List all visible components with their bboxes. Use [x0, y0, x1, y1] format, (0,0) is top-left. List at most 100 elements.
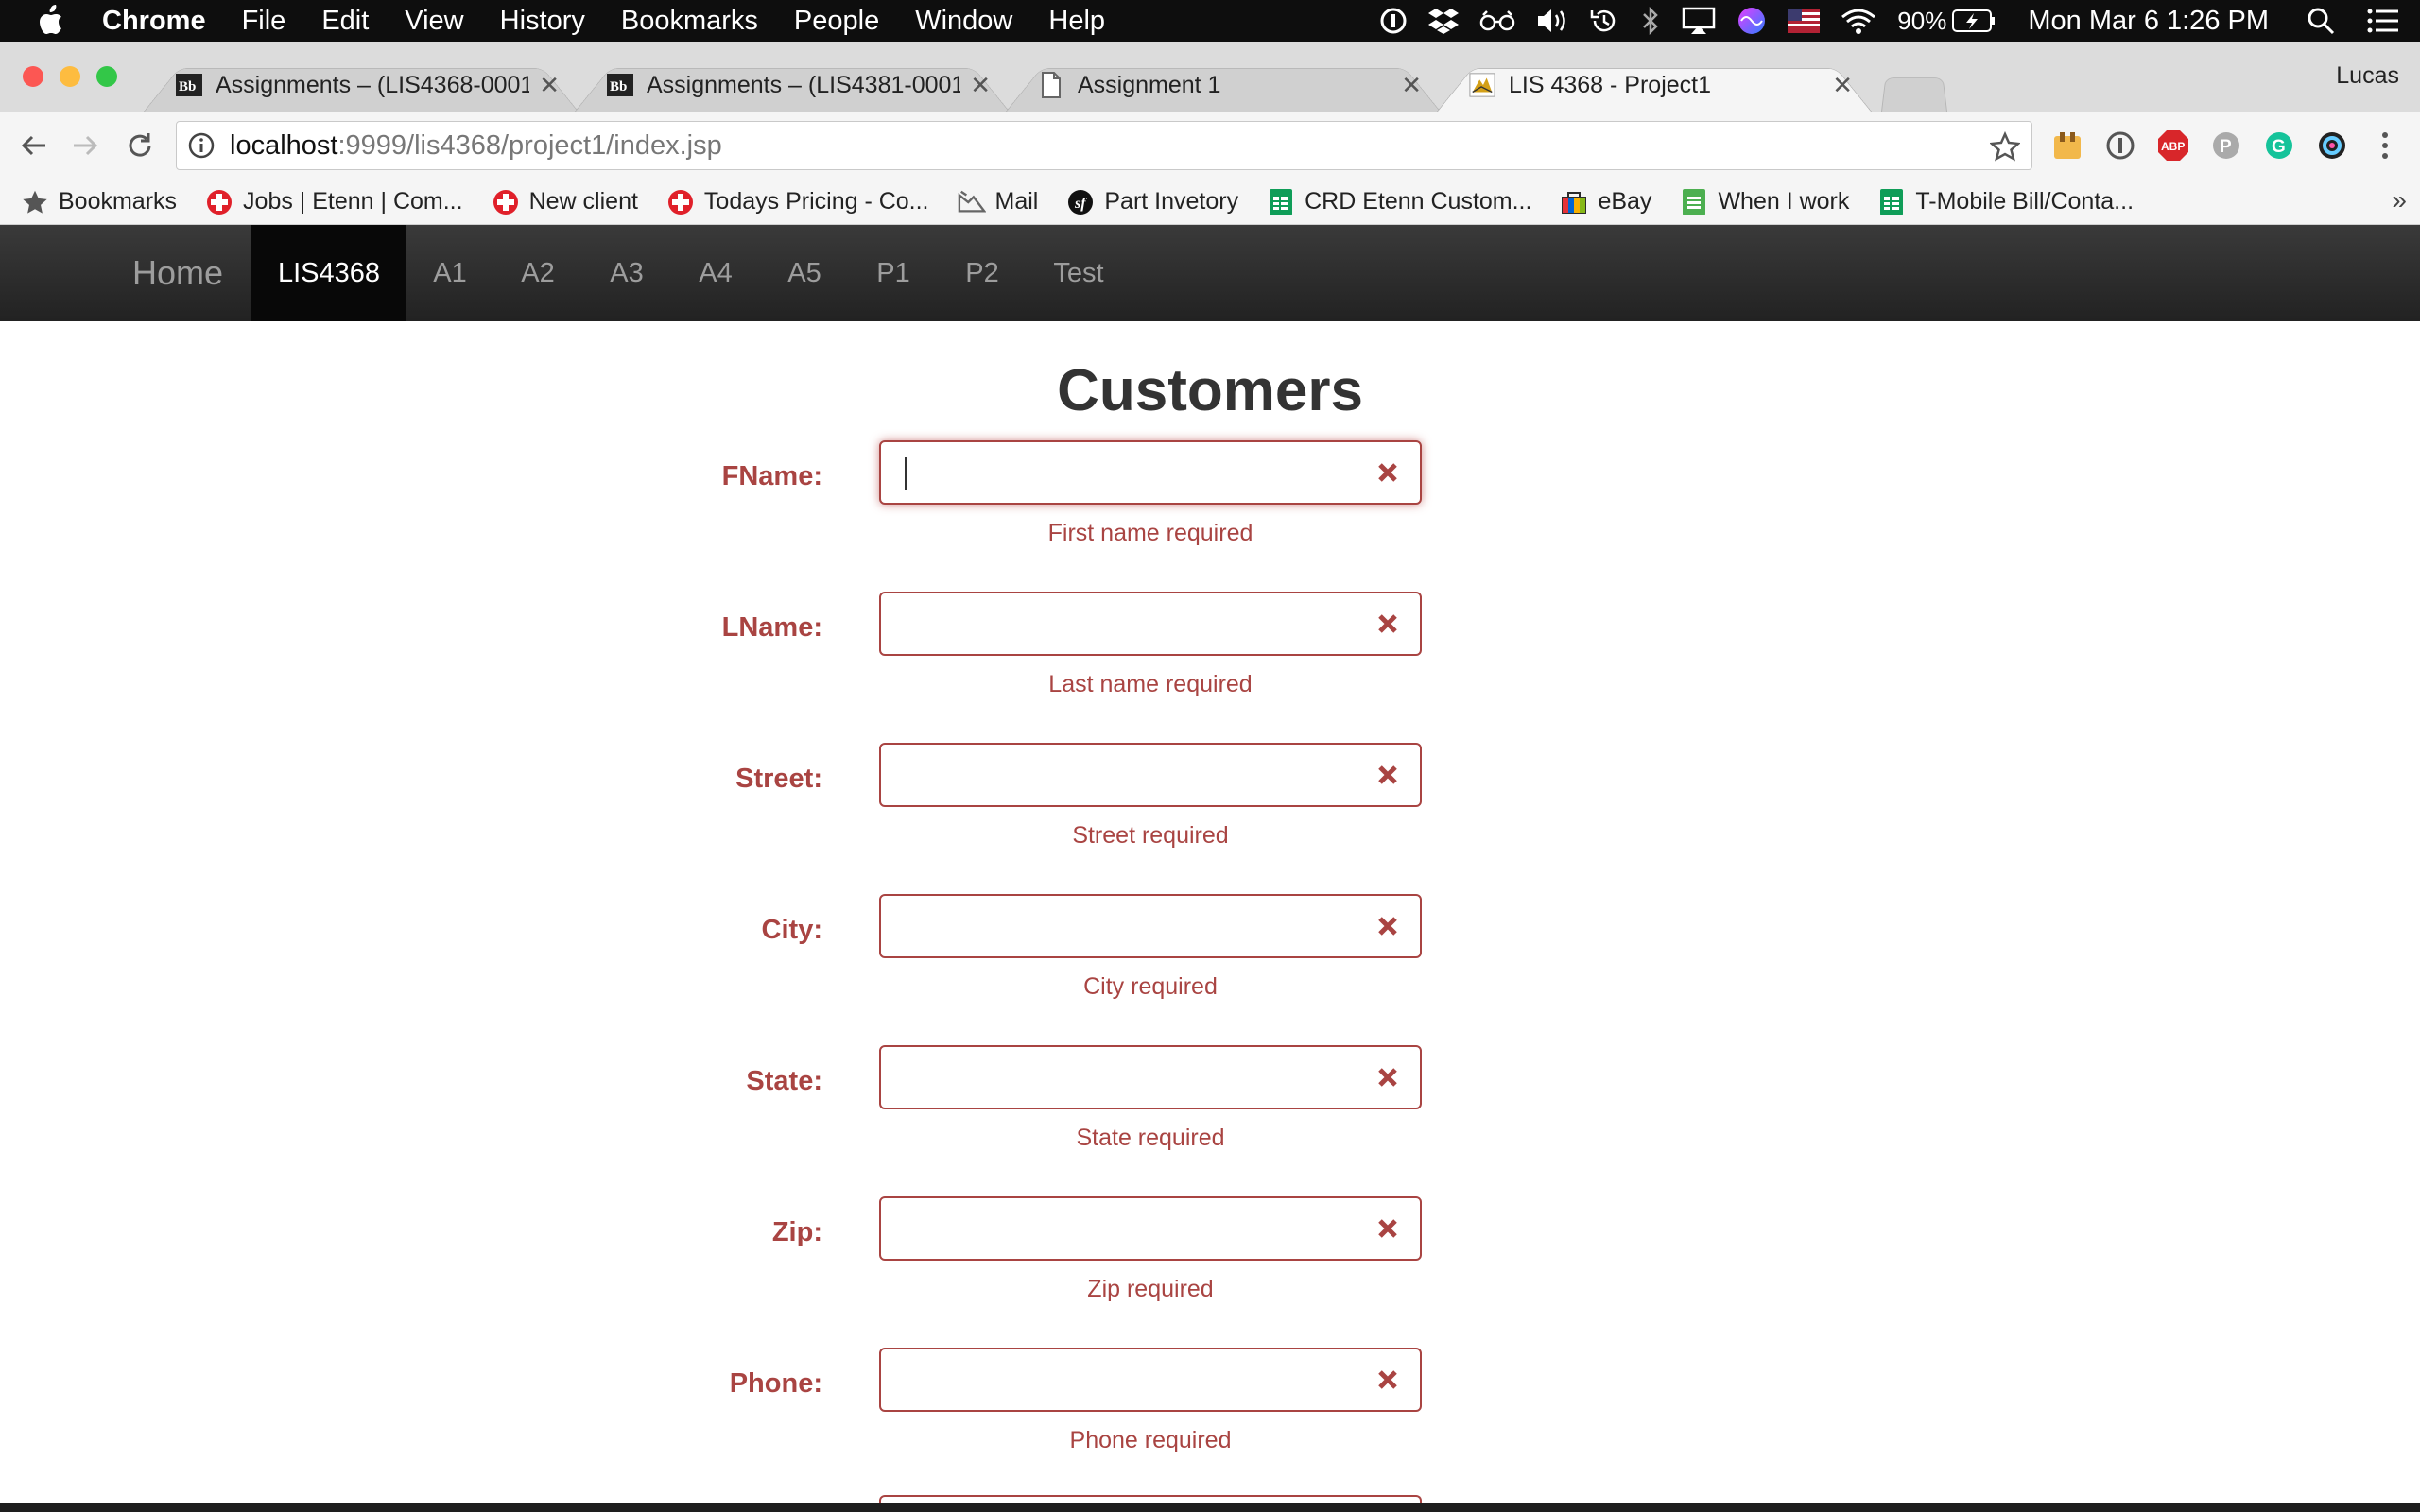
apple-icon[interactable]: [36, 5, 70, 37]
bookmark-label: Bookmarks: [59, 188, 178, 215]
site-info-icon[interactable]: [188, 132, 215, 159]
bookmark-jobs-etenn[interactable]: Jobs | Etenn | Com...: [205, 188, 463, 216]
battery-percentage: 90%: [1897, 6, 1947, 35]
bookmark-new-client[interactable]: New client: [492, 188, 638, 216]
next-input-field[interactable]: [879, 1495, 1422, 1503]
ebay-icon: [1560, 188, 1588, 216]
color-picker-extension-icon[interactable]: [2314, 128, 2350, 163]
blackboard-icon: Bb: [607, 72, 633, 98]
phone-error-message: Phone required: [1069, 1427, 1232, 1453]
menu-app-chrome[interactable]: Chrome: [102, 6, 206, 37]
nav-item-test[interactable]: Test: [1027, 225, 1131, 321]
bluetooth-icon[interactable]: [1640, 7, 1661, 35]
menu-help[interactable]: Help: [1048, 6, 1105, 37]
time-machine-icon[interactable]: [1589, 6, 1619, 36]
zoom-window-button[interactable]: [96, 66, 117, 87]
mail-icon: [958, 188, 986, 216]
fname-input[interactable]: [881, 442, 1354, 503]
tab-assignments-lis4368[interactable]: Bb Assignments – (LIS4368-0001 ✕: [144, 59, 579, 112]
bookmark-when-i-work[interactable]: When I work: [1680, 188, 1849, 216]
honey-extension-icon[interactable]: [2049, 128, 2085, 163]
page-title: Customers: [1057, 358, 1363, 423]
state-label: State:: [746, 1066, 822, 1096]
nav-item-p1[interactable]: P1: [849, 225, 938, 321]
zip-field-wrapper: [879, 1196, 1422, 1261]
reload-icon[interactable]: [123, 129, 157, 163]
tab-assignment-1[interactable]: Assignment 1 ✕: [1006, 59, 1441, 112]
password-manager-icon[interactable]: [1379, 7, 1408, 35]
menu-file[interactable]: File: [242, 6, 286, 37]
airplay-icon[interactable]: [1682, 7, 1716, 35]
tab-title: LIS 4368 - Project1: [1509, 71, 1712, 98]
bookmark-mail[interactable]: Mail: [958, 188, 1038, 216]
bookmark-star-icon[interactable]: [1988, 130, 2022, 169]
menu-edit[interactable]: Edit: [321, 6, 369, 37]
city-field-wrapper: [879, 894, 1422, 958]
phone-input[interactable]: [881, 1349, 1354, 1410]
menu-history[interactable]: History: [500, 6, 585, 37]
tab-assignments-lis4381[interactable]: Bb Assignments – (LIS4381-0001 ✕: [575, 59, 1010, 112]
siri-icon[interactable]: [1737, 6, 1767, 36]
bookmarks-bar: Bookmarks Jobs | Etenn | Com... New clie…: [0, 180, 2420, 225]
forward-arrow-icon[interactable]: [68, 129, 102, 163]
close-window-button[interactable]: [23, 66, 43, 87]
browser-toolbar: localhost:9999/lis4368/project1/index.js…: [0, 112, 2420, 180]
bookmark-crd-etenn[interactable]: CRD Etenn Custom...: [1267, 188, 1531, 216]
menu-bookmarks[interactable]: Bookmarks: [621, 6, 758, 37]
zip-input[interactable]: [881, 1198, 1354, 1259]
spotlight-search-icon[interactable]: [2307, 7, 2335, 35]
menu-people[interactable]: People: [794, 6, 879, 37]
tab-close-icon[interactable]: ✕: [1401, 71, 1422, 100]
chrome-menu-icon[interactable]: [2367, 128, 2403, 163]
nav-item-a3[interactable]: A3: [582, 225, 671, 321]
bookmark-label: Part Invetory: [1104, 188, 1239, 215]
state-input[interactable]: [881, 1047, 1354, 1108]
menu-window[interactable]: Window: [915, 6, 1012, 37]
nav-item-a4[interactable]: A4: [671, 225, 760, 321]
wifi-icon[interactable]: [1841, 8, 1876, 34]
1password-extension-icon[interactable]: [2102, 128, 2138, 163]
nav-item-lis4368[interactable]: LIS4368: [251, 225, 406, 321]
lname-input[interactable]: [881, 593, 1354, 654]
dropbox-icon[interactable]: [1428, 7, 1460, 35]
pushbullet-icon[interactable]: P: [2208, 128, 2244, 163]
glasses-icon[interactable]: [1479, 9, 1515, 32]
adblock-plus-icon[interactable]: ABP: [2155, 128, 2191, 163]
nav-item-p2[interactable]: P2: [938, 225, 1027, 321]
volume-icon[interactable]: [1536, 8, 1568, 34]
bookmarks-overflow-chevron-icon[interactable]: »: [2392, 185, 2407, 215]
bookmark-t-mobile-bill[interactable]: T-Mobile Bill/Conta...: [1877, 188, 2134, 216]
menu-bar-clock[interactable]: Mon Mar 6 1:26 PM: [2028, 6, 2269, 37]
nav-item-a1[interactable]: A1: [406, 225, 493, 321]
nav-item-a5[interactable]: A5: [760, 225, 849, 321]
address-bar[interactable]: localhost:9999/lis4368/project1/index.js…: [176, 121, 2032, 170]
us-flag-input-icon[interactable]: [1788, 9, 1821, 33]
tab-lis4368-project1[interactable]: LIS 4368 - Project1 ✕: [1437, 59, 1872, 112]
city-label: City:: [761, 915, 822, 945]
menu-view[interactable]: View: [405, 6, 463, 37]
navbar-brand-home[interactable]: Home: [132, 225, 223, 321]
new-tab-button[interactable]: [1881, 72, 1947, 112]
city-input[interactable]: [881, 896, 1354, 956]
bookmark-todays-pricing[interactable]: Todays Pricing - Co...: [666, 188, 929, 216]
battery-icon[interactable]: [1952, 9, 1996, 32]
menu-bar-status-area: 90% Mon Mar 6 1:26 PM: [1358, 0, 2420, 42]
bookmark-ebay[interactable]: eBay: [1560, 188, 1651, 216]
nav-item-a2[interactable]: A2: [493, 225, 582, 321]
profile-name[interactable]: Lucas: [2336, 62, 2399, 90]
tab-close-icon[interactable]: ✕: [539, 71, 560, 100]
bookmark-label: CRD Etenn Custom...: [1305, 188, 1532, 215]
bookmark-part-invetory[interactable]: sf Part Invetory: [1066, 188, 1238, 216]
form-group-phone: Phone: Phone required: [0, 1348, 2420, 1499]
grammarly-icon[interactable]: G: [2261, 128, 2297, 163]
street-input[interactable]: [881, 745, 1354, 805]
tab-close-icon[interactable]: ✕: [970, 71, 991, 100]
tab-title: Assignment 1: [1078, 71, 1221, 98]
back-arrow-icon[interactable]: [17, 129, 51, 163]
tab-close-icon[interactable]: ✕: [1832, 71, 1853, 100]
street-label: Street:: [735, 764, 822, 794]
error-x-icon: [1374, 1366, 1401, 1393]
bookmark-bookmarks[interactable]: Bookmarks: [21, 188, 177, 216]
minimize-window-button[interactable]: [60, 66, 80, 87]
notification-center-icon[interactable]: [2367, 9, 2399, 33]
